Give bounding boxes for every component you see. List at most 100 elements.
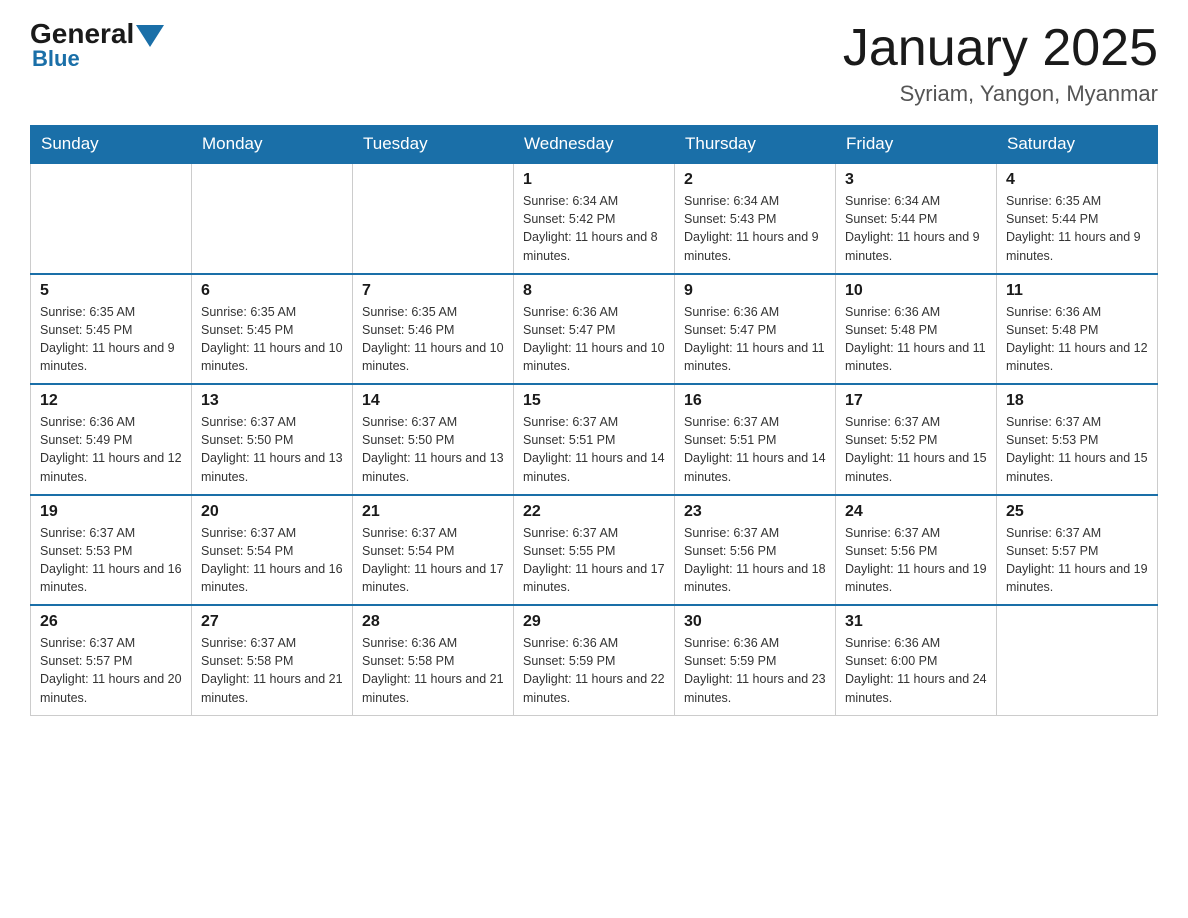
header-friday: Friday [836,126,997,164]
day-number: 26 [40,613,182,631]
table-row: 10Sunrise: 6:36 AM Sunset: 5:48 PM Dayli… [836,274,997,385]
month-year-title: January 2025 [843,20,1158,77]
day-info: Sunrise: 6:36 AM Sunset: 5:47 PM Dayligh… [523,303,665,376]
day-info: Sunrise: 6:37 AM Sunset: 5:57 PM Dayligh… [40,634,182,707]
day-info: Sunrise: 6:37 AM Sunset: 5:56 PM Dayligh… [845,524,987,597]
table-row: 16 Sunrise: 6:37 AM Sunset: 5:51 PM Dayli… [675,384,836,495]
day-number: 1 [523,171,665,189]
day-number: 29 [523,613,665,631]
day-number: 14 [362,392,504,410]
page-header: General Blue January 2025 Syriam, Yangon… [30,20,1158,107]
table-row: 29 Sunrise: 6:36 AM Sunset: 5:59 PM Dayli… [514,605,675,715]
day-number: 10 [845,282,987,300]
day-info: Sunrise: 6:35 AM Sunset: 5:45 PM Dayligh… [40,303,182,376]
table-row: 2 Sunrise: 6:34 AM Sunset: 5:43 PM Daylig… [675,163,836,274]
calendar-header-row: Sunday Monday Tuesday Wednesday Thursday… [31,126,1158,164]
day-number: 7 [362,282,504,300]
day-number: 4 [1006,171,1148,189]
day-number: 2 [684,171,826,189]
day-number: 30 [684,613,826,631]
table-row: 30 Sunrise: 6:36 AM Sunset: 5:59 PM Dayli… [675,605,836,715]
table-row [31,163,192,274]
table-row [997,605,1158,715]
table-row: 6Sunrise: 6:35 AM Sunset: 5:45 PM Daylig… [192,274,353,385]
logo-triangle-icon [136,25,164,47]
day-number: 15 [523,392,665,410]
day-info: Sunrise: 6:37 AM Sunset: 5:54 PM Dayligh… [201,524,343,597]
table-row: 27 Sunrise: 6:37 AM Sunset: 5:58 PM Dayli… [192,605,353,715]
day-info: Sunrise: 6:37 AM Sunset: 5:56 PM Dayligh… [684,524,826,597]
day-number: 21 [362,503,504,521]
table-row: 3Sunrise: 6:34 AM Sunset: 5:44 PM Daylig… [836,163,997,274]
day-number: 5 [40,282,182,300]
location-subtitle: Syriam, Yangon, Myanmar [843,81,1158,107]
day-number: 16 [684,392,826,410]
day-number: 31 [845,613,987,631]
day-number: 6 [201,282,343,300]
table-row: 31 Sunrise: 6:36 AM Sunset: 6:00 PM Dayli… [836,605,997,715]
table-row [353,163,514,274]
day-number: 17 [845,392,987,410]
table-row: 26 Sunrise: 6:37 AM Sunset: 5:57 PM Dayli… [31,605,192,715]
table-row: 22 Sunrise: 6:37 AM Sunset: 5:55 PM Dayli… [514,495,675,606]
table-row: 15 Sunrise: 6:37 AM Sunset: 5:51 PM Dayli… [514,384,675,495]
day-info: Sunrise: 6:37 AM Sunset: 5:50 PM Dayligh… [362,413,504,486]
calendar-week-row: 1 Sunrise: 6:34 AM Sunset: 5:42 PM Daylig… [31,163,1158,274]
day-number: 3 [845,171,987,189]
table-row: 28Sunrise: 6:36 AM Sunset: 5:58 PM Dayli… [353,605,514,715]
header-monday: Monday [192,126,353,164]
header-sunday: Sunday [31,126,192,164]
table-row [192,163,353,274]
calendar-week-row: 12Sunrise: 6:36 AM Sunset: 5:49 PM Dayli… [31,384,1158,495]
day-number: 11 [1006,282,1148,300]
table-row: 8 Sunrise: 6:36 AM Sunset: 5:47 PM Daylig… [514,274,675,385]
day-info: Sunrise: 6:37 AM Sunset: 5:55 PM Dayligh… [523,524,665,597]
calendar-week-row: 19Sunrise: 6:37 AM Sunset: 5:53 PM Dayli… [31,495,1158,606]
day-number: 18 [1006,392,1148,410]
table-row: 23 Sunrise: 6:37 AM Sunset: 5:56 PM Dayli… [675,495,836,606]
day-info: Sunrise: 6:37 AM Sunset: 5:54 PM Dayligh… [362,524,504,597]
day-info: Sunrise: 6:37 AM Sunset: 5:51 PM Dayligh… [684,413,826,486]
table-row: 21 Sunrise: 6:37 AM Sunset: 5:54 PM Dayli… [353,495,514,606]
day-info: Sunrise: 6:36 AM Sunset: 5:48 PM Dayligh… [1006,303,1148,376]
day-info: Sunrise: 6:36 AM Sunset: 5:59 PM Dayligh… [523,634,665,707]
day-info: Sunrise: 6:36 AM Sunset: 5:59 PM Dayligh… [684,634,826,707]
day-info: Sunrise: 6:37 AM Sunset: 5:57 PM Dayligh… [1006,524,1148,597]
day-info: Sunrise: 6:34 AM Sunset: 5:43 PM Dayligh… [684,192,826,265]
day-info: Sunrise: 6:37 AM Sunset: 5:52 PM Dayligh… [845,413,987,486]
table-row: 13Sunrise: 6:37 AM Sunset: 5:50 PM Dayli… [192,384,353,495]
day-number: 22 [523,503,665,521]
table-row: 4 Sunrise: 6:35 AM Sunset: 5:44 PM Daylig… [997,163,1158,274]
logo: General Blue [30,20,164,72]
table-row: 19Sunrise: 6:37 AM Sunset: 5:53 PM Dayli… [31,495,192,606]
header-saturday: Saturday [997,126,1158,164]
day-info: Sunrise: 6:37 AM Sunset: 5:53 PM Dayligh… [1006,413,1148,486]
table-row: 7 Sunrise: 6:35 AM Sunset: 5:46 PM Daylig… [353,274,514,385]
day-number: 20 [201,503,343,521]
header-tuesday: Tuesday [353,126,514,164]
calendar-week-row: 26 Sunrise: 6:37 AM Sunset: 5:57 PM Dayli… [31,605,1158,715]
table-row: 12Sunrise: 6:36 AM Sunset: 5:49 PM Dayli… [31,384,192,495]
table-row: 24 Sunrise: 6:37 AM Sunset: 5:56 PM Dayli… [836,495,997,606]
table-row: 14 Sunrise: 6:37 AM Sunset: 5:50 PM Dayli… [353,384,514,495]
day-number: 23 [684,503,826,521]
day-info: Sunrise: 6:35 AM Sunset: 5:46 PM Dayligh… [362,303,504,376]
header-wednesday: Wednesday [514,126,675,164]
day-info: Sunrise: 6:37 AM Sunset: 5:53 PM Dayligh… [40,524,182,597]
day-info: Sunrise: 6:37 AM Sunset: 5:58 PM Dayligh… [201,634,343,707]
title-block: January 2025 Syriam, Yangon, Myanmar [843,20,1158,107]
day-number: 27 [201,613,343,631]
day-info: Sunrise: 6:36 AM Sunset: 6:00 PM Dayligh… [845,634,987,707]
table-row: 25Sunrise: 6:37 AM Sunset: 5:57 PM Dayli… [997,495,1158,606]
day-number: 13 [201,392,343,410]
day-number: 9 [684,282,826,300]
day-number: 8 [523,282,665,300]
day-number: 24 [845,503,987,521]
logo-blue-text: Blue [32,46,80,72]
day-info: Sunrise: 6:35 AM Sunset: 5:44 PM Dayligh… [1006,192,1148,265]
day-info: Sunrise: 6:34 AM Sunset: 5:42 PM Dayligh… [523,192,665,265]
day-info: Sunrise: 6:37 AM Sunset: 5:51 PM Dayligh… [523,413,665,486]
table-row: 20 Sunrise: 6:37 AM Sunset: 5:54 PM Dayli… [192,495,353,606]
header-thursday: Thursday [675,126,836,164]
day-info: Sunrise: 6:36 AM Sunset: 5:49 PM Dayligh… [40,413,182,486]
